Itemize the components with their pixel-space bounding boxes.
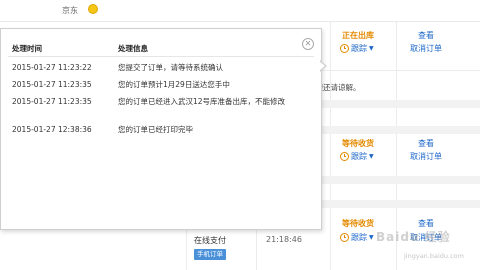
header-divider	[8, 56, 314, 57]
chevron-down-icon: ▼	[369, 45, 374, 52]
payment-method: 在线支付	[194, 236, 226, 245]
cancel-order-link[interactable]: 取消订单	[410, 43, 442, 54]
view-order-link[interactable]: 查看	[418, 138, 434, 149]
shop-name[interactable]: 京东	[62, 5, 78, 16]
chevron-down-icon: ▼	[369, 153, 374, 160]
watermark-logo: Baidu 经验	[376, 230, 451, 244]
clock-icon	[340, 233, 349, 242]
close-icon[interactable]: ✕	[302, 38, 314, 50]
column-divider	[256, 225, 257, 270]
order-status: 等待收货	[342, 139, 374, 148]
column-header-info: 处理信息	[118, 44, 148, 53]
column-divider	[330, 22, 331, 270]
order-status: 等待收货	[342, 219, 374, 228]
order-header-strip: 京东	[0, 0, 480, 22]
column-divider	[186, 225, 187, 270]
track-label: 跟踪	[351, 152, 367, 161]
popup-arrow-inner	[319, 61, 325, 71]
watermark-url: jingyan.baidu.com	[404, 252, 464, 260]
clock-icon	[340, 44, 349, 53]
log-info: 您提交了订单，请等待系统确认	[118, 63, 223, 72]
shop-badge-icon	[88, 4, 98, 14]
log-info: 您的订单已经打印完毕	[118, 125, 193, 134]
divider	[322, 70, 480, 71]
track-label: 跟踪	[351, 233, 367, 242]
track-label: 跟踪	[351, 44, 367, 53]
log-time: 2015-01-27 12:38:36	[12, 125, 92, 134]
column-header-time: 处理时间	[12, 44, 42, 53]
order-time: 21:18:46	[266, 235, 302, 244]
track-button[interactable]: 跟踪 ▼	[340, 232, 374, 243]
log-time: 2015-01-27 11:23:35	[12, 80, 92, 89]
log-time: 2015-01-27 11:23:22	[12, 63, 92, 72]
track-button[interactable]: 跟踪 ▼	[340, 43, 374, 54]
clock-icon	[340, 152, 349, 161]
track-button[interactable]: 跟踪 ▼	[340, 151, 374, 162]
view-order-link[interactable]: 查看	[418, 30, 434, 41]
log-info: 您的订单预计1月29日送达您手中	[118, 80, 230, 89]
mobile-order-badge: 手机订单	[194, 249, 226, 260]
cancel-order-link[interactable]: 取消订单	[410, 151, 442, 162]
order-status: 正在出库	[342, 31, 374, 40]
log-info: 您的订单已经进入武汉12号库准备出库，不能修改	[118, 97, 286, 106]
log-time: 2015-01-27 11:23:35	[12, 97, 92, 106]
chevron-down-icon: ▼	[369, 234, 374, 241]
